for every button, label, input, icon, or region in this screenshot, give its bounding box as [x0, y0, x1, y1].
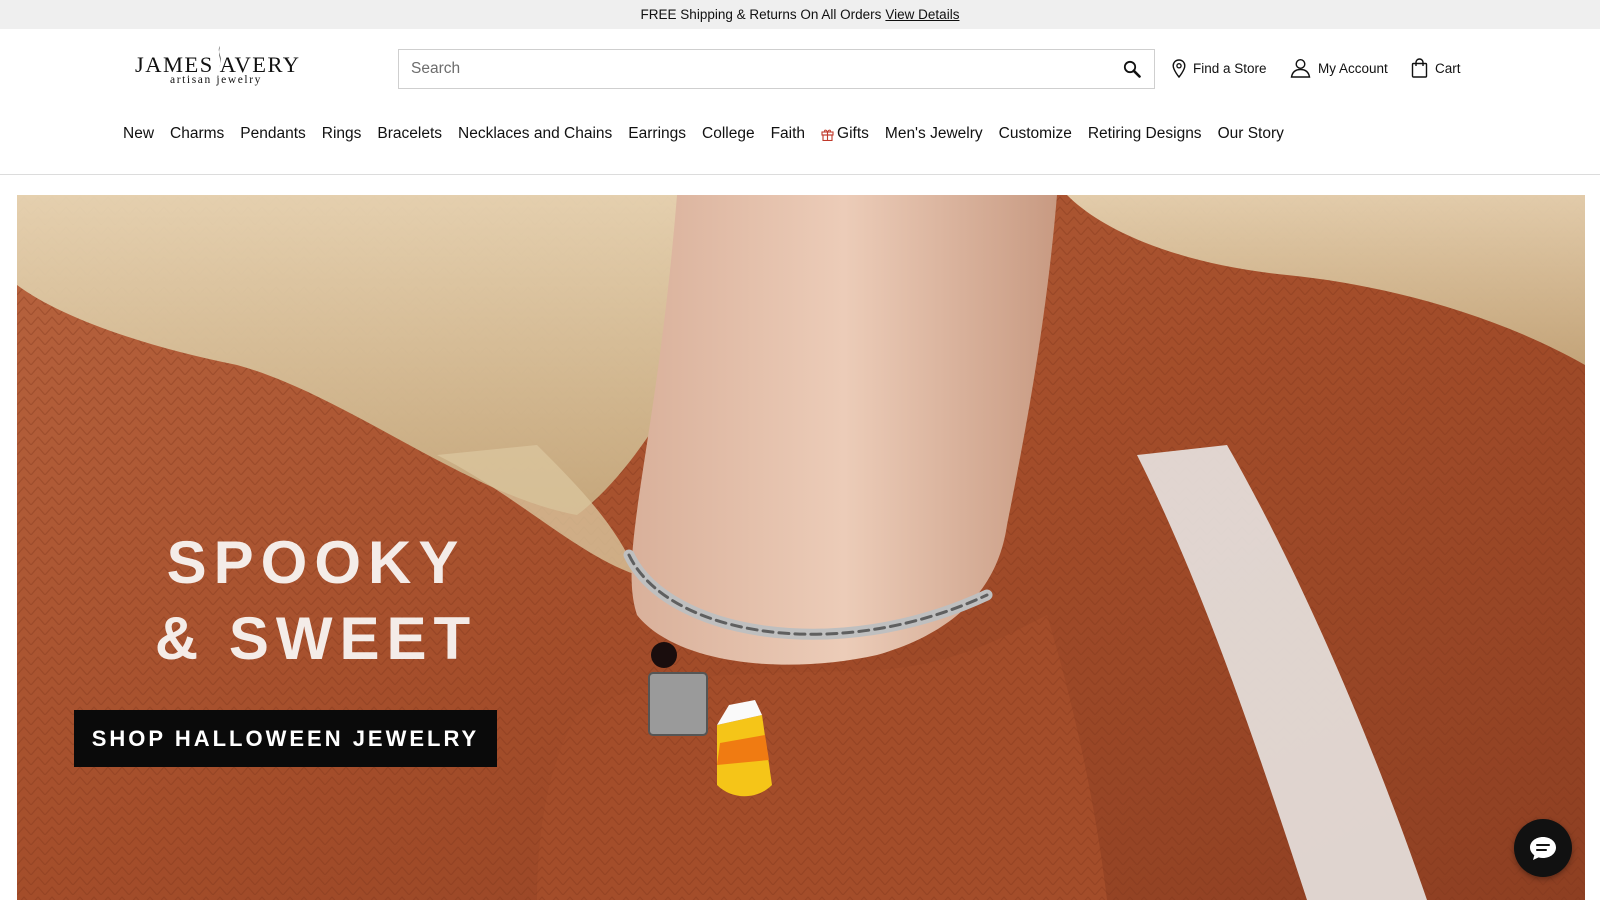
- brand-logo[interactable]: JAMES AVERY artisan jewelry: [135, 44, 305, 90]
- hero-title-line-2: & SWEET: [154, 605, 478, 672]
- map-pin-icon: [1172, 58, 1186, 78]
- user-icon: [1290, 58, 1311, 78]
- brand-tagline: artisan jewelry: [170, 74, 263, 86]
- chat-button[interactable]: [1514, 819, 1572, 877]
- nav-item-pendants[interactable]: Pendants: [232, 125, 314, 143]
- flame-icon: [218, 46, 221, 68]
- promo-bar: FREE Shipping & Returns On All Orders Vi…: [0, 0, 1600, 29]
- nav-item-bracelets[interactable]: Bracelets: [369, 125, 450, 143]
- chat-bubble-icon: [1530, 837, 1556, 860]
- nav-item-our-story[interactable]: Our Story: [1210, 125, 1292, 143]
- hero-title-line-1: SPOOKY: [166, 529, 466, 596]
- shop-halloween-jewelry-button[interactable]: SHOP HALLOWEEN JEWELRY: [74, 710, 497, 767]
- find-store-link[interactable]: Find a Store: [1172, 56, 1267, 80]
- my-account-link[interactable]: My Account: [1290, 56, 1388, 80]
- nav-item-necklaces-and-chains[interactable]: Necklaces and Chains: [450, 125, 620, 143]
- header-divider: [0, 174, 1600, 175]
- nav-item-earrings[interactable]: Earrings: [620, 125, 694, 143]
- promo-text: FREE Shipping & Returns On All Orders: [640, 7, 882, 22]
- view-details-link[interactable]: View Details: [885, 7, 959, 22]
- nav-item-gifts-label: Gifts: [837, 125, 869, 142]
- find-store-label: Find a Store: [1193, 60, 1267, 76]
- nav-item-mens-jewelry[interactable]: Men's Jewelry: [877, 125, 991, 143]
- hero-banner[interactable]: SPOOKY & SWEET SHOP HALLOWEEN JEWELRY: [17, 195, 1585, 900]
- hero-title: SPOOKY & SWEET: [121, 525, 511, 677]
- nav-item-charms[interactable]: Charms: [162, 125, 232, 143]
- search-bar: [398, 49, 1155, 89]
- my-account-label: My Account: [1318, 60, 1388, 76]
- cart-label: Cart: [1435, 60, 1461, 76]
- nav-item-faith[interactable]: Faith: [763, 125, 813, 143]
- gift-icon: [821, 129, 834, 141]
- nav-item-new[interactable]: New: [115, 125, 162, 143]
- shopping-bag-icon: [1411, 58, 1428, 78]
- nav-item-retiring-designs[interactable]: Retiring Designs: [1080, 125, 1210, 143]
- search-input[interactable]: [399, 50, 1110, 88]
- main-nav: New Charms Pendants Rings Bracelets Neck…: [115, 120, 1292, 148]
- nav-item-customize[interactable]: Customize: [991, 125, 1080, 143]
- search-icon[interactable]: [1110, 50, 1154, 88]
- nav-item-college[interactable]: College: [694, 125, 763, 143]
- nav-item-rings[interactable]: Rings: [314, 125, 370, 143]
- nav-item-gifts[interactable]: Gifts: [813, 125, 877, 143]
- cart-link[interactable]: Cart: [1411, 56, 1461, 80]
